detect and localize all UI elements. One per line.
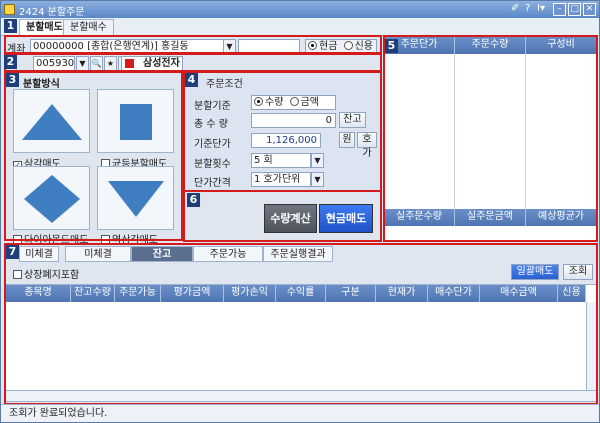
- section-4-box: [183, 71, 382, 192]
- section-number-2: 2: [4, 55, 17, 69]
- minimize-icon[interactable]: –: [553, 3, 566, 16]
- section-3-box: [4, 71, 183, 241]
- section-number-7: 7: [6, 245, 19, 259]
- section-number-1: 1: [4, 19, 17, 33]
- section-7-box: [4, 243, 598, 405]
- menu-icon[interactable]: I▾: [537, 3, 545, 14]
- maximize-icon[interactable]: □: [568, 3, 581, 16]
- tab-split-buy[interactable]: 분할매수: [63, 19, 114, 36]
- main-window: 2424 분할주문 ✐ ? I▾ – □ ✕ 분할매도 분할매수 1 계좌 00…: [0, 0, 600, 423]
- section-5-box: [383, 35, 598, 242]
- pin-icon[interactable]: ✐: [511, 3, 519, 14]
- app-icon: [4, 4, 15, 15]
- close-icon[interactable]: ✕: [583, 3, 596, 16]
- help-icon[interactable]: ?: [525, 3, 530, 14]
- section-2-box: [4, 53, 382, 72]
- window-title: 2424 분할주문: [19, 7, 85, 18]
- section-number-5: 5: [385, 39, 398, 53]
- section-6-box: [183, 190, 382, 242]
- section-1-box: [4, 35, 382, 54]
- top-tab-bar: 분할매도 분할매수: [1, 18, 599, 36]
- section-number-6: 6: [187, 193, 200, 207]
- status-bar: 조회가 완료되었습니다.: [1, 404, 599, 422]
- section-number-4: 4: [185, 73, 198, 87]
- section-number-3: 3: [6, 73, 19, 87]
- title-bar: 2424 분할주문 ✐ ? I▾ – □ ✕: [1, 1, 599, 18]
